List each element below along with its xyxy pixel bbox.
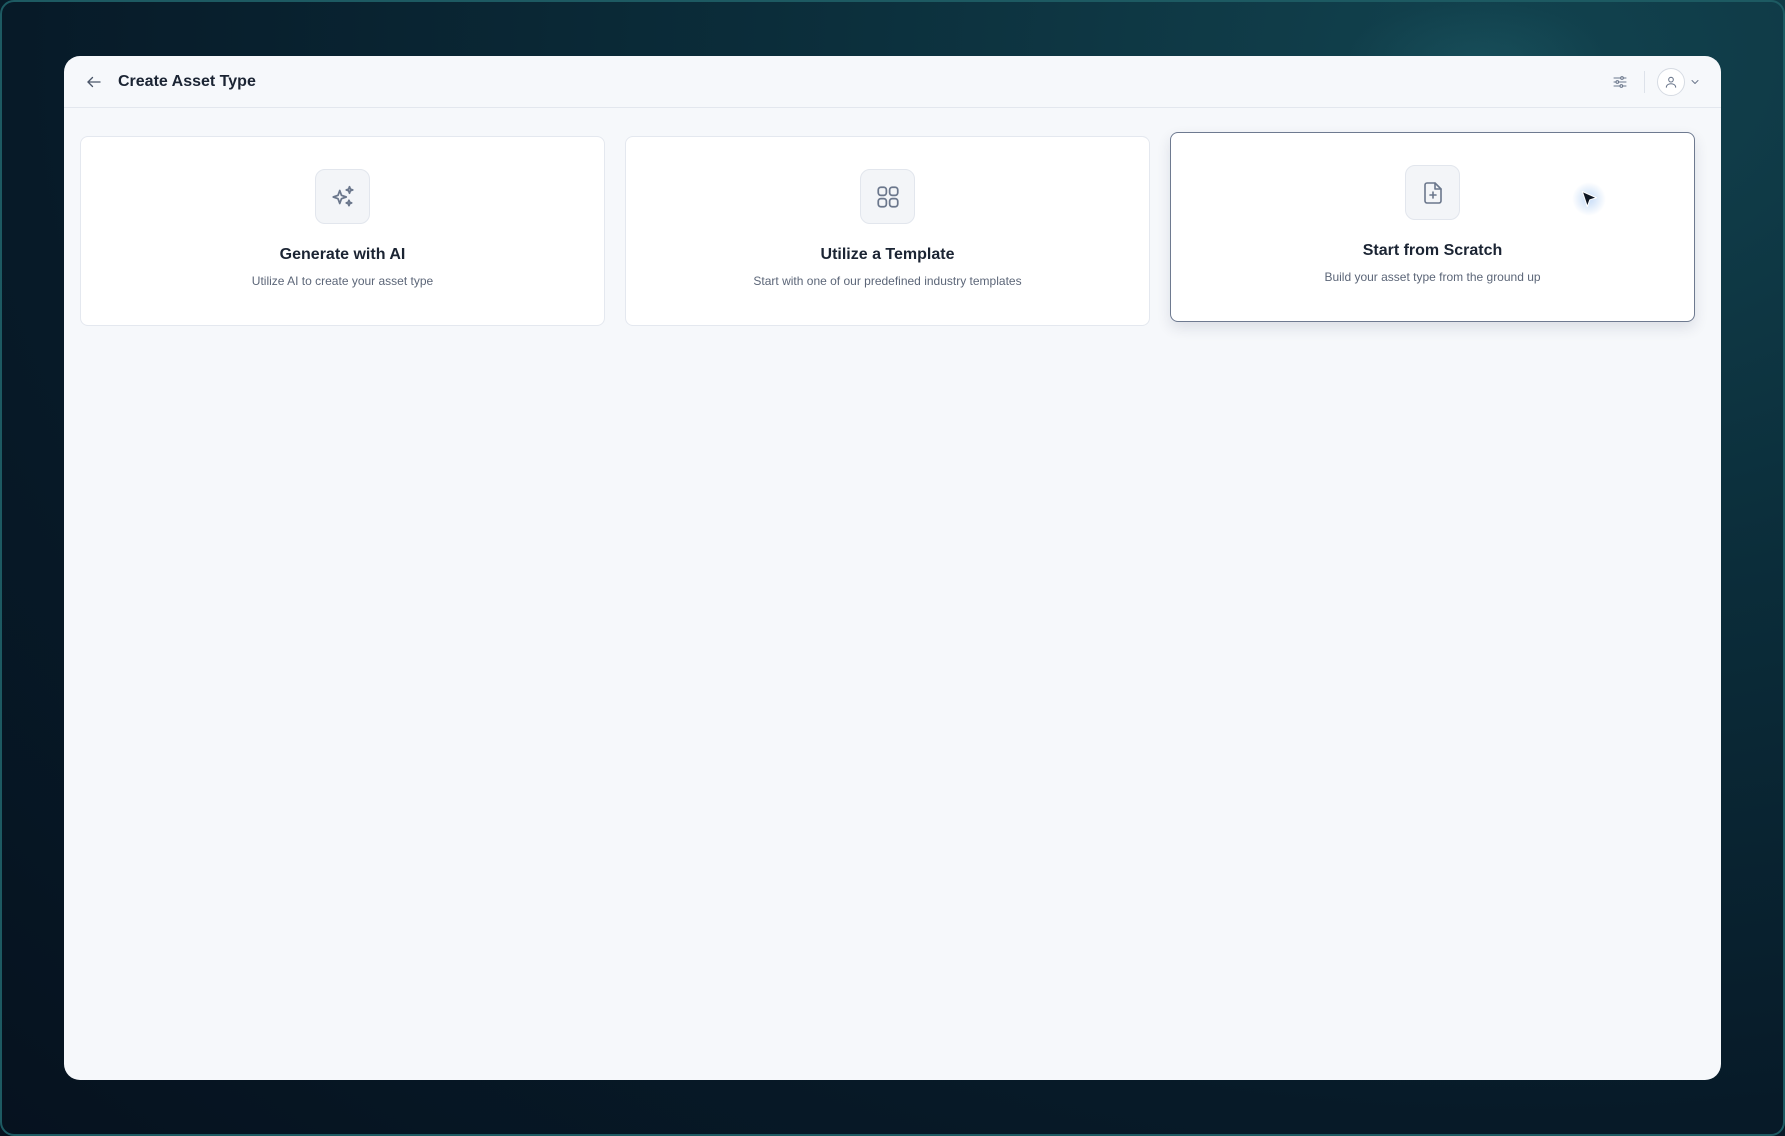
card-icon-box xyxy=(1405,165,1460,220)
cursor-arrow-icon xyxy=(1581,191,1597,207)
card-description: Utilize AI to create your asset type xyxy=(251,274,434,288)
back-button[interactable] xyxy=(82,70,106,94)
avatar xyxy=(1657,67,1685,96)
header-right xyxy=(1608,67,1701,96)
app-window: Create Asset Type Generate with AI Utili… xyxy=(64,56,1721,1080)
page-title: Create Asset Type xyxy=(118,72,256,90)
card-icon-box xyxy=(860,169,915,224)
user-icon xyxy=(1665,76,1677,88)
chevron-down-icon xyxy=(1691,79,1699,84)
file-plus-icon xyxy=(1423,181,1442,204)
header-divider xyxy=(1644,70,1645,93)
card-title: Start from Scratch xyxy=(1362,242,1503,259)
sliders-icon xyxy=(1613,75,1627,88)
card-title: Utilize a Template xyxy=(820,246,955,263)
creation-options: Generate with AI Utilize AI to create yo… xyxy=(80,132,1697,326)
header-left: Create Asset Type xyxy=(82,70,256,94)
card-description: Build your asset type from the ground up xyxy=(1324,270,1541,284)
card-icon-box xyxy=(315,169,370,224)
utilize-template-card[interactable]: Utilize a Template Start with one of our… xyxy=(625,136,1150,326)
start-from-scratch-card[interactable]: Start from Scratch Build your asset type… xyxy=(1170,132,1695,322)
user-menu[interactable] xyxy=(1657,67,1701,96)
settings-button[interactable] xyxy=(1608,70,1632,94)
card-description: Start with one of our predefined industr… xyxy=(753,274,1022,288)
sparkles-icon xyxy=(331,185,354,207)
page-header: Create Asset Type xyxy=(64,56,1721,108)
generate-with-ai-card[interactable]: Generate with AI Utilize AI to create yo… xyxy=(80,136,605,326)
arrow-left-icon xyxy=(87,76,101,87)
grid-icon xyxy=(876,185,899,208)
card-title: Generate with AI xyxy=(279,246,406,263)
mouse-cursor xyxy=(1572,182,1606,216)
